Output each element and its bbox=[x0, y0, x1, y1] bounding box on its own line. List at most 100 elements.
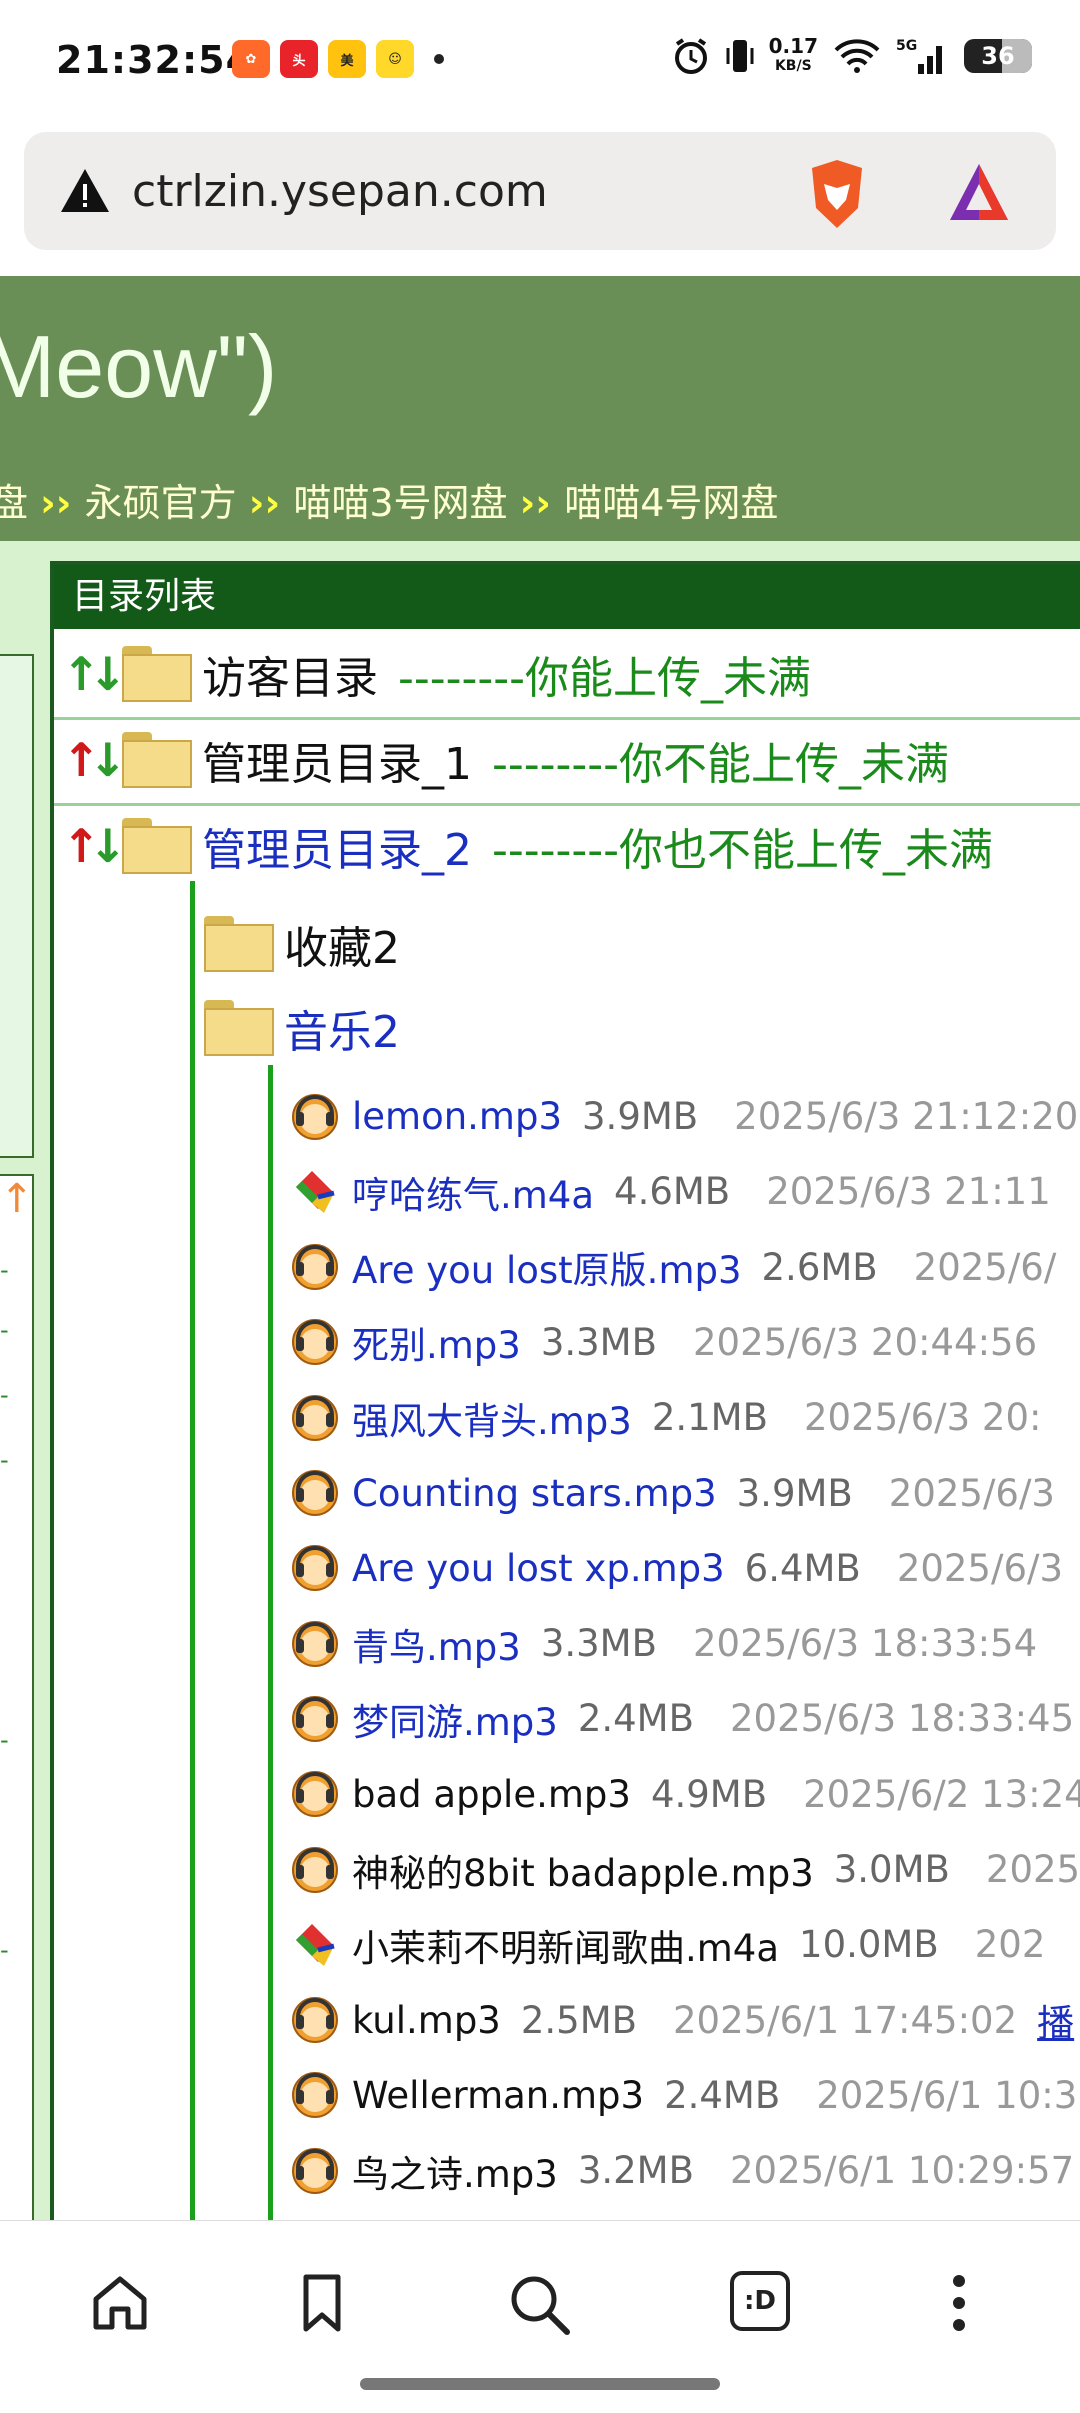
mp3-icon bbox=[292, 1695, 338, 1742]
file-name-link[interactable]: 青鸟.mp3 bbox=[352, 1617, 521, 1671]
alarm-icon bbox=[674, 38, 707, 74]
file-date: 2025/6/3 18:33:54 bbox=[693, 1622, 1038, 1666]
file-name-link[interactable]: 神秘的8bit badapple.mp3 bbox=[352, 1843, 814, 1897]
file-row[interactable]: 强风大背头.mp3 2.1MB 2025/6/3 20: bbox=[290, 1380, 1041, 1455]
directory-name[interactable]: 访客目录 bbox=[202, 642, 378, 706]
file-date: 2025/6/ bbox=[913, 1245, 1057, 1289]
file-name-link[interactable]: 死别.mp3 bbox=[352, 1315, 521, 1369]
mp3-icon bbox=[292, 2147, 338, 2194]
app-notification-icon: ✿ bbox=[232, 40, 270, 78]
nav-link-official[interactable]: 永硕官方 bbox=[85, 481, 237, 525]
subdirectory-name[interactable]: 音乐2 bbox=[284, 996, 400, 1060]
file-name-link[interactable]: 小茉莉不明新闻歌曲.m4a bbox=[352, 1918, 779, 1972]
subdirectory-row-music[interactable]: 音乐2 bbox=[204, 985, 400, 1071]
file-name-link[interactable]: 强风大背头.mp3 bbox=[352, 1391, 632, 1445]
file-row[interactable]: bad apple.mp3 4.9MB 2025/6/2 13:24 bbox=[290, 1757, 1080, 1832]
directory-row-admin-2[interactable]: ↑↓ 管理员目录_2 --------你也不能上传_未满 bbox=[54, 803, 993, 889]
directory-note: --------你也不能上传_未满 bbox=[492, 825, 994, 876]
file-row[interactable]: 死别.mp3 3.3MB 2025/6/3 20:44:56 bbox=[290, 1305, 1037, 1380]
nav-link-disk4[interactable]: 喵喵4号网盘 bbox=[564, 481, 778, 525]
file-date: 2025/6/1 10:29:57 bbox=[730, 2149, 1075, 2193]
mp3-icon bbox=[292, 1319, 338, 1366]
mp3-icon bbox=[292, 1470, 338, 1516]
file-size: 2.4MB bbox=[664, 2073, 781, 2117]
folder-open-icon bbox=[204, 1000, 274, 1056]
file-row[interactable]: Are you lost xp.mp3 6.4MB 2025/6/3 bbox=[290, 1531, 1063, 1606]
folder-open-icon bbox=[122, 818, 192, 874]
file-name-link[interactable]: 哼哈练气.m4a bbox=[352, 1165, 594, 1219]
file-size: 3.0MB bbox=[833, 1848, 950, 1891]
upload-status-icon: ↑↓ bbox=[62, 647, 127, 701]
directory-row-guest[interactable]: ↑↓ 访客目录 --------你能上传_未满 bbox=[54, 631, 1080, 720]
url-text[interactable]: ctrlzin.ysepan.com bbox=[132, 166, 548, 217]
gesture-handle[interactable] bbox=[360, 2378, 720, 2390]
mp3-icon bbox=[292, 1846, 338, 1893]
cellular-signal-icon: 5G bbox=[896, 38, 942, 74]
status-icons: 0.17 KB/S 5G 36 bbox=[671, 36, 1032, 76]
file-name-link[interactable]: bad apple.mp3 bbox=[352, 1773, 631, 1816]
file-name-link[interactable]: 鸟之诗.mp3 bbox=[352, 2144, 558, 2198]
brave-shields-icon[interactable] bbox=[802, 156, 872, 232]
file-date: 2025/6/3 20: bbox=[804, 1396, 1042, 1440]
file-date: 2025/6/3 18:33:45 bbox=[730, 1697, 1075, 1741]
search-icon[interactable] bbox=[506, 2271, 574, 2339]
site-header: Meow") 盘 ›› 永硕官方 ›› 喵喵3号网盘 ›› 喵喵4号网盘 bbox=[0, 276, 1080, 541]
file-name-link[interactable]: lemon.mp3 bbox=[352, 1095, 562, 1138]
more-icon[interactable] bbox=[944, 2271, 974, 2335]
file-name-link[interactable]: Wellerman.mp3 bbox=[352, 2074, 644, 2117]
directory-note: --------你不能上传_未满 bbox=[492, 739, 950, 790]
bookmark-icon[interactable] bbox=[290, 2271, 354, 2335]
file-size: 2.1MB bbox=[651, 1396, 768, 1440]
nav-link-disk3[interactable]: 喵喵3号网盘 bbox=[293, 481, 507, 525]
subdirectory-row-favorites[interactable]: 收藏2 bbox=[204, 901, 400, 987]
shopping-app-icon: ☺ bbox=[376, 40, 414, 78]
mp3-icon bbox=[292, 2072, 338, 2119]
file-row[interactable]: 哼哈练气.m4a 4.6MB 2025/6/3 21:11 bbox=[290, 1154, 1051, 1229]
play-link[interactable]: 播 bbox=[1037, 1993, 1074, 2047]
directory-name[interactable]: 管理员目录_2 bbox=[202, 814, 472, 878]
home-icon[interactable] bbox=[88, 2271, 152, 2335]
directory-row-admin-1[interactable]: ↑↓ 管理员目录_1 --------你不能上传_未满 bbox=[54, 717, 1080, 806]
left-sidebar-panel bbox=[0, 654, 34, 1158]
file-row[interactable]: 鸟之诗.mp3 3.2MB 2025/6/1 10:29:57 bbox=[290, 2133, 1074, 2208]
file-size: 10.0MB bbox=[799, 1923, 939, 1967]
wifi-icon bbox=[834, 39, 880, 73]
file-row[interactable]: Are you lost原版.mp3 2.6MB 2025/6/ bbox=[290, 1230, 1056, 1305]
status-bar: 21:32:54 ✿ 头 美 ☺ 0.17 KB/S 5G 36 bbox=[0, 0, 1080, 125]
directory-note: --------你能上传_未满 bbox=[398, 653, 812, 704]
subdirectory-name[interactable]: 收藏2 bbox=[284, 912, 400, 976]
mp3-icon bbox=[292, 1771, 338, 1818]
file-name-link[interactable]: 梦同游.mp3 bbox=[352, 1692, 558, 1746]
tree-line bbox=[268, 1065, 273, 2220]
file-date: 2025 bbox=[985, 1848, 1080, 1891]
web-content: Meow") 盘 ›› 永硕官方 ›› 喵喵3号网盘 ›› 喵喵4号网盘 ↑ -… bbox=[0, 276, 1080, 2220]
upload-status-icon: ↑↓ bbox=[62, 819, 127, 873]
directory-name[interactable]: 管理员目录_1 bbox=[202, 728, 472, 792]
file-name-link[interactable]: Are you lost xp.mp3 bbox=[352, 1547, 725, 1590]
brave-rewards-icon[interactable] bbox=[944, 158, 1014, 228]
file-date: 2025/6/2 13:24 bbox=[803, 1772, 1080, 1816]
file-name-link[interactable]: kul.mp3 bbox=[352, 1999, 501, 2042]
tree-line bbox=[190, 881, 195, 2220]
file-row[interactable]: Counting stars.mp3 3.9MB 2025/6/3 bbox=[290, 1456, 1055, 1531]
not-secure-warning-icon[interactable] bbox=[58, 166, 112, 216]
file-row[interactable]: lemon.mp3 3.9MB 2025/6/3 21:12:20 bbox=[290, 1079, 1078, 1154]
file-row[interactable]: Wellerman.mp3 2.4MB 2025/6/1 10:3 bbox=[290, 2058, 1077, 2133]
file-name-link[interactable]: Are you lost原版.mp3 bbox=[352, 1240, 742, 1294]
folder-icon bbox=[122, 646, 192, 702]
file-size: 3.3MB bbox=[540, 1320, 657, 1364]
file-row[interactable]: 青鸟.mp3 3.3MB 2025/6/3 18:33:54 bbox=[290, 1606, 1037, 1681]
file-row[interactable]: 神秘的8bit badapple.mp3 3.0MB 2025 bbox=[290, 1832, 1080, 1907]
address-bar[interactable]: ctrlzin.ysepan.com bbox=[24, 132, 1056, 250]
file-date: 2025/6/1 17:45:02 bbox=[673, 1998, 1018, 2042]
mp3-icon bbox=[292, 1545, 338, 1592]
file-row[interactable]: 小茉莉不明新闻歌曲.m4a 10.0MB 202 bbox=[290, 1907, 1045, 1982]
file-name-link[interactable]: Counting stars.mp3 bbox=[352, 1472, 717, 1515]
file-row[interactable]: 梦同游.mp3 2.4MB 2025/6/3 18:33:45 bbox=[290, 1681, 1074, 1756]
file-size: 3.9MB bbox=[736, 1471, 853, 1515]
file-row[interactable]: kul.mp3 2.5MB 2025/6/1 17:45:02 播 bbox=[290, 1983, 1074, 2058]
mp3-icon bbox=[292, 1997, 338, 2044]
tabs-icon[interactable]: :D bbox=[730, 2271, 790, 2331]
svg-text:5G: 5G bbox=[896, 38, 917, 54]
m4a-icon bbox=[296, 1170, 335, 1213]
